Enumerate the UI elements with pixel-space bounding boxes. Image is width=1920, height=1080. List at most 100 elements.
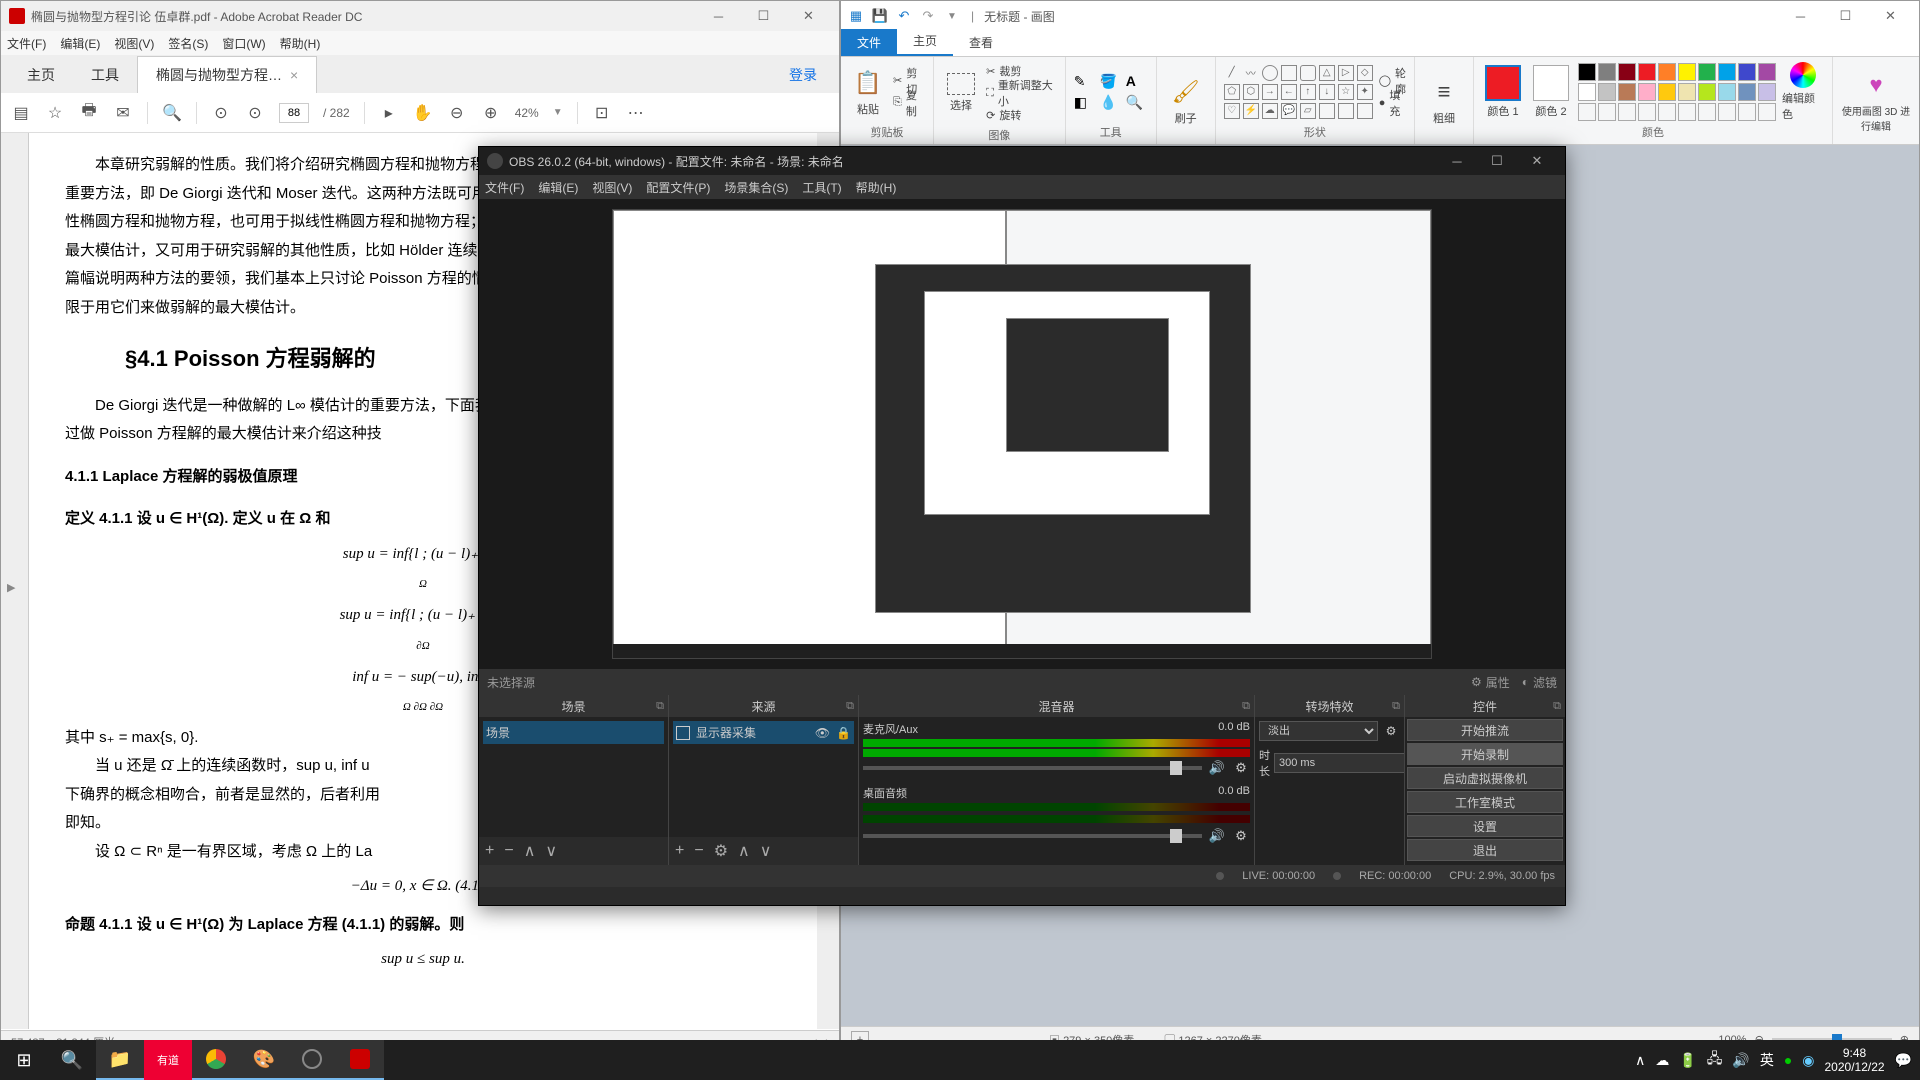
obs-titlebar[interactable]: OBS 26.0.2 (64-bit, windows) - 配置文件: 未命名… bbox=[479, 147, 1565, 175]
star-icon[interactable]: ☆ bbox=[45, 103, 65, 123]
picker-tool[interactable]: 💧 bbox=[1100, 94, 1122, 111]
page-input[interactable] bbox=[279, 103, 309, 123]
color-palette[interactable] bbox=[1578, 63, 1776, 121]
tray-app-icon[interactable]: ● bbox=[1784, 1052, 1792, 1068]
copy-button[interactable]: ⎘复制 bbox=[893, 93, 925, 113]
popout-icon[interactable]: ⧉ bbox=[1553, 700, 1561, 713]
taskbar-clock[interactable]: 9:48 2020/12/22 bbox=[1825, 1046, 1885, 1075]
menu-sign[interactable]: 签名(S) bbox=[168, 35, 208, 52]
source-props-icon[interactable]: ⚙ bbox=[714, 841, 728, 861]
notifications-icon[interactable]: 💬 bbox=[1895, 1052, 1912, 1069]
paste-button[interactable]: 📋 粘贴 bbox=[849, 67, 887, 117]
acrobat-sidebar[interactable]: ▶ bbox=[1, 133, 29, 1029]
select-button[interactable]: 选择 bbox=[942, 73, 980, 113]
maximize-button[interactable]: ☐ bbox=[1823, 2, 1868, 30]
transition-select[interactable]: 淡出 bbox=[1259, 721, 1378, 741]
tab-close-icon[interactable]: × bbox=[290, 67, 298, 83]
zoom-dropdown-icon[interactable]: ▼ bbox=[553, 107, 563, 118]
sidebar-expand-icon[interactable]: ▶ bbox=[7, 581, 15, 594]
start-record-button[interactable]: 开始录制 bbox=[1407, 743, 1563, 765]
mic-volume-slider[interactable] bbox=[863, 766, 1202, 770]
scene-item[interactable]: 场景 bbox=[483, 721, 664, 744]
desktop-settings-icon[interactable]: ⚙ bbox=[1232, 827, 1250, 845]
menu-tools[interactable]: 工具(T) bbox=[802, 179, 841, 196]
fill-button[interactable]: ●填充 bbox=[1379, 93, 1406, 113]
tray-app-icon[interactable]: ◉ bbox=[1802, 1052, 1814, 1069]
scene-up-icon[interactable]: ∧ bbox=[524, 841, 536, 861]
tab-tools[interactable]: 工具 bbox=[73, 57, 137, 93]
magnifier-tool[interactable]: 🔍 bbox=[1126, 94, 1148, 111]
color2-button[interactable]: 颜色 2 bbox=[1530, 65, 1572, 119]
page-up-icon[interactable]: ⊙ bbox=[211, 103, 231, 123]
maximize-button[interactable]: ☐ bbox=[1477, 148, 1517, 174]
mic-mute-icon[interactable]: 🔊 bbox=[1208, 759, 1226, 777]
menu-window[interactable]: 窗口(W) bbox=[222, 35, 265, 52]
tab-file[interactable]: 文件 bbox=[841, 29, 897, 56]
properties-button[interactable]: ⚙属性 bbox=[1471, 674, 1510, 691]
add-source-icon[interactable]: + bbox=[675, 842, 684, 860]
fit-icon[interactable]: ⊡ bbox=[592, 103, 612, 123]
transition-settings-icon[interactable]: ⚙ bbox=[1382, 724, 1400, 738]
add-scene-icon[interactable]: + bbox=[485, 842, 494, 860]
tab-home[interactable]: 主页 bbox=[897, 27, 953, 56]
popout-icon[interactable]: ⧉ bbox=[1392, 700, 1400, 713]
menu-help[interactable]: 帮助(H) bbox=[856, 179, 897, 196]
undo-icon[interactable]: ↶ bbox=[895, 7, 913, 25]
tray-onedrive-icon[interactable]: ☁ bbox=[1655, 1052, 1669, 1069]
login-button[interactable]: 登录 bbox=[775, 57, 831, 93]
search-button[interactable]: 🔍 bbox=[48, 1040, 96, 1080]
visibility-icon[interactable]: 👁 bbox=[815, 726, 830, 740]
size-button[interactable]: ≡ 粗细 bbox=[1423, 76, 1465, 126]
close-button[interactable]: ✕ bbox=[786, 2, 831, 30]
desktop-volume-slider[interactable] bbox=[863, 834, 1202, 838]
edit-colors-button[interactable]: 编辑颜色 bbox=[1782, 62, 1824, 122]
filters-button[interactable]: ◐滤镜 bbox=[1522, 674, 1557, 691]
exit-button[interactable]: 退出 bbox=[1407, 839, 1563, 861]
text-tool[interactable]: A bbox=[1126, 73, 1148, 90]
more-icon[interactable]: ⋯ bbox=[626, 103, 646, 123]
start-button[interactable]: ⊞ bbox=[0, 1040, 48, 1080]
sidebar-toggle-icon[interactable]: ▤ bbox=[11, 103, 31, 123]
remove-source-icon[interactable]: − bbox=[694, 842, 703, 860]
sources-list[interactable]: 显示器采集 👁 🔒 bbox=[669, 717, 858, 837]
popout-icon[interactable]: ⧉ bbox=[1242, 700, 1250, 713]
studio-mode-button[interactable]: 工作室模式 bbox=[1407, 791, 1563, 813]
menu-view[interactable]: 视图(V) bbox=[114, 35, 154, 52]
brush-button[interactable]: 🖌 刷子 bbox=[1165, 76, 1207, 126]
settings-button[interactable]: 设置 bbox=[1407, 815, 1563, 837]
minimize-button[interactable]: ─ bbox=[1778, 2, 1823, 30]
acrobat-titlebar[interactable]: 椭圆与抛物型方程引论 伍卓群.pdf - Adobe Acrobat Reade… bbox=[1, 1, 839, 31]
duration-input[interactable] bbox=[1274, 753, 1404, 773]
pointer-icon[interactable]: ▸ bbox=[379, 103, 399, 123]
tab-document[interactable]: 椭圆与抛物型方程… × bbox=[137, 56, 317, 93]
menu-help[interactable]: 帮助(H) bbox=[280, 35, 321, 52]
start-stream-button[interactable]: 开始推流 bbox=[1407, 719, 1563, 741]
search-icon[interactable]: 🔍 bbox=[162, 103, 182, 123]
minimize-button[interactable]: ─ bbox=[1437, 148, 1477, 174]
zoom-in-icon[interactable]: ⊕ bbox=[481, 103, 501, 123]
tray-up-icon[interactable]: ∧ bbox=[1635, 1052, 1645, 1069]
remove-scene-icon[interactable]: − bbox=[504, 842, 513, 860]
tab-home[interactable]: 主页 bbox=[9, 57, 73, 93]
mic-settings-icon[interactable]: ⚙ bbox=[1232, 759, 1250, 777]
hand-icon[interactable]: ✋ bbox=[413, 103, 433, 123]
zoom-out-icon[interactable]: ⊖ bbox=[447, 103, 467, 123]
qat-dropdown-icon[interactable]: ▼ bbox=[943, 7, 961, 25]
lock-icon[interactable]: 🔒 bbox=[836, 726, 851, 740]
close-button[interactable]: ✕ bbox=[1517, 148, 1557, 174]
source-down-icon[interactable]: ∨ bbox=[760, 841, 772, 861]
shapes-gallery[interactable]: ╱〰△▷◇ ⬠⬡→←↑↓☆✦ ♡⚡☁💬▱ bbox=[1224, 65, 1373, 119]
taskbar-acrobat[interactable] bbox=[336, 1040, 384, 1080]
maximize-button[interactable]: ☐ bbox=[741, 2, 786, 30]
tray-battery-icon[interactable]: 🔋 bbox=[1679, 1052, 1696, 1069]
menu-edit[interactable]: 编辑(E) bbox=[60, 35, 100, 52]
save-icon[interactable]: 💾 bbox=[871, 7, 889, 25]
paint-titlebar[interactable]: ▦ 💾 ↶ ↷ ▼ | 无标题 - 画图 ─ ☐ ✕ bbox=[841, 1, 1919, 31]
menu-file[interactable]: 文件(F) bbox=[485, 179, 524, 196]
menu-profile[interactable]: 配置文件(P) bbox=[646, 179, 710, 196]
page-down-icon[interactable]: ⊙ bbox=[245, 103, 265, 123]
tab-view[interactable]: 查看 bbox=[953, 29, 1009, 56]
resize-button[interactable]: ⛶重新调整大小 bbox=[986, 83, 1057, 103]
start-vcam-button[interactable]: 启动虚拟摄像机 bbox=[1407, 767, 1563, 789]
taskbar-explorer[interactable]: 📁 bbox=[96, 1040, 144, 1080]
